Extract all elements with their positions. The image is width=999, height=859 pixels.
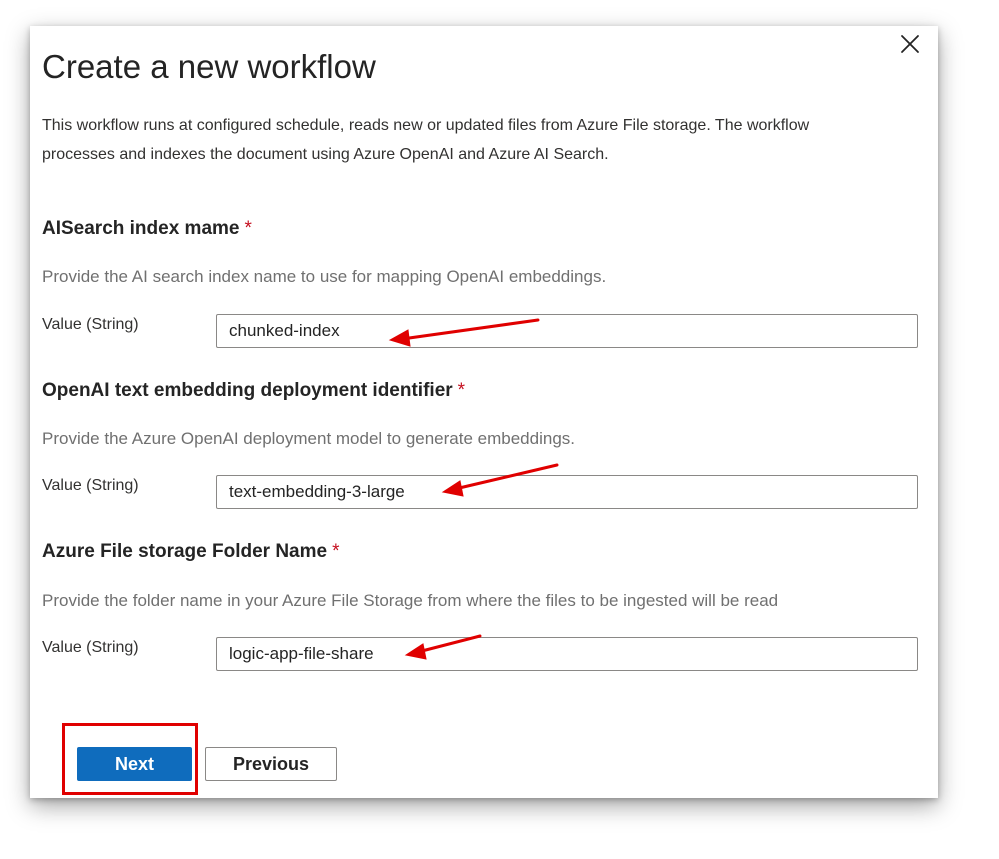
required-asterisk: *	[332, 541, 340, 562]
screenshot-stage: Create a new workflow This workflow runs…	[0, 0, 999, 859]
aisearch-index-name-label: AISearch index mame *	[42, 218, 252, 240]
section-label-text: Azure File storage Folder Name	[42, 541, 328, 562]
previous-button[interactable]: Previous	[205, 747, 337, 781]
next-button[interactable]: Next	[77, 747, 192, 781]
file-storage-folder-label: Azure File storage Folder Name *	[42, 541, 339, 563]
required-asterisk: *	[244, 218, 252, 239]
section-label-text: OpenAI text embedding deployment identif…	[42, 380, 453, 401]
value-type-label: Value (String)	[42, 477, 139, 494]
embedding-deployment-hint: Provide the Azure OpenAI deployment mode…	[42, 429, 576, 448]
section-label-text: AISearch index mame	[42, 218, 240, 239]
file-storage-folder-input[interactable]	[216, 637, 918, 671]
dialog-description: This workflow runs at configured schedul…	[42, 117, 810, 163]
embedding-deployment-label: OpenAI text embedding deployment identif…	[42, 380, 465, 402]
value-type-label: Value (String)	[42, 316, 139, 333]
aisearch-index-name-input[interactable]	[216, 314, 918, 348]
value-type-label: Value (String)	[42, 639, 139, 656]
aisearch-index-name-hint: Provide the AI search index name to use …	[42, 267, 607, 286]
create-workflow-dialog: Create a new workflow This workflow runs…	[30, 26, 938, 798]
close-icon[interactable]	[898, 32, 922, 56]
embedding-deployment-input[interactable]	[216, 475, 918, 509]
file-storage-folder-hint: Provide the folder name in your Azure Fi…	[42, 591, 779, 610]
required-asterisk: *	[457, 380, 466, 401]
dialog-title: Create a new workflow	[42, 48, 376, 85]
